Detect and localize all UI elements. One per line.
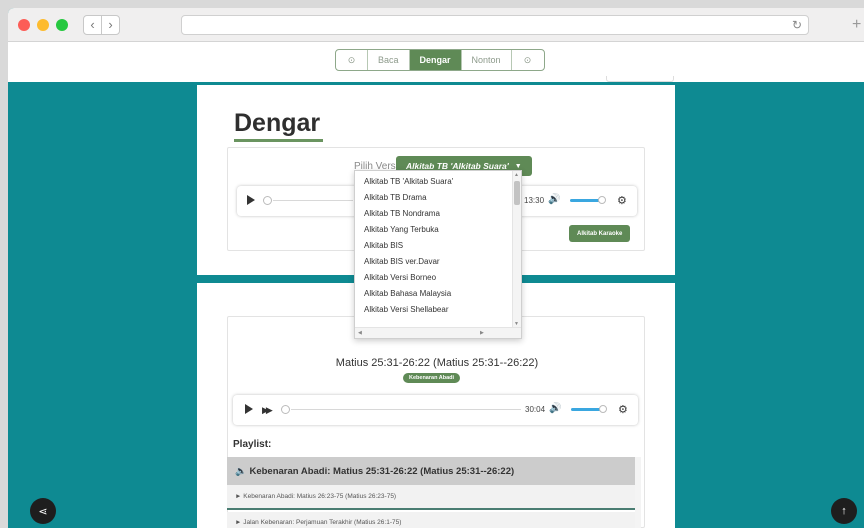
- dropdown-option[interactable]: Alkitab BIS: [364, 241, 403, 250]
- scroll-up-icon[interactable]: ▲: [514, 172, 519, 178]
- share-button[interactable]: ⋖: [30, 498, 56, 524]
- dropdown-option[interactable]: Alkitab Yang Terbuka: [364, 225, 439, 234]
- previous-circle-icon[interactable]: ⊙: [336, 50, 368, 70]
- version-dropdown: Alkitab TB 'Alkitab Suara' Alkitab TB Dr…: [354, 170, 522, 339]
- series-badge: Kebenaran Abadi: [403, 373, 461, 383]
- seek-handle[interactable]: [281, 405, 290, 414]
- karaoke-button[interactable]: Alkitab Karaoke: [569, 225, 631, 242]
- volume-icon[interactable]: 🔊: [549, 403, 561, 414]
- chevron-right-icon[interactable]: ›: [101, 15, 120, 35]
- playlist-item-label: Kebenaran Abadi: Matius 25:31-26:22 (Mat…: [249, 465, 515, 477]
- triangle-right-icon: ►: [235, 493, 244, 500]
- dropdown-option[interactable]: Alkitab TB Drama: [364, 193, 427, 202]
- top-navigation-bar: ⊙ Baca Dengar Nonton ⊙: [8, 42, 864, 82]
- tab-edge: [606, 76, 674, 82]
- playlist-scrollbar[interactable]: [635, 457, 641, 528]
- dropdown-scrollbar[interactable]: ▲ ▼: [512, 171, 521, 329]
- caret-down-icon: ▼: [514, 162, 522, 170]
- play-icon[interactable]: [245, 404, 253, 414]
- dropdown-option[interactable]: Alkitab TB 'Alkitab Suara': [364, 177, 453, 186]
- dropdown-scroll-thumb[interactable]: [514, 181, 520, 205]
- dropdown-option[interactable]: Alkitab Versi Shellabear: [364, 305, 449, 314]
- dropdown-horizontal-scrollbar[interactable]: ◀ ▶: [355, 327, 521, 338]
- duration-label: 30:04: [525, 405, 546, 414]
- podcast-player: ▶▶ 30:04 🔊 ⚙: [233, 395, 638, 425]
- volume-slider[interactable]: [571, 408, 601, 411]
- scroll-left-icon[interactable]: ◀: [358, 330, 362, 336]
- seek-track[interactable]: [291, 409, 521, 410]
- share-icon: ⋖: [38, 505, 48, 518]
- minimize-window-icon[interactable]: [37, 19, 49, 31]
- zoom-window-icon[interactable]: [56, 19, 68, 31]
- fast-forward-icon[interactable]: ▶▶: [262, 405, 273, 416]
- playlist-item-label: Kebenaran Abadi: Matius 26:23-75 (Matius…: [243, 493, 397, 500]
- scroll-top-button[interactable]: ↑: [831, 498, 857, 524]
- volume-icon[interactable]: 🔊: [548, 194, 560, 205]
- passage-title: Matius 25:31-26:22 (Matius 25:31--26:22): [335, 357, 539, 369]
- playlist-item-active[interactable]: 🔈 Kebenaran Abadi: Matius 25:31-26:22 (M…: [227, 457, 635, 485]
- play-icon[interactable]: [247, 195, 255, 205]
- mode-switcher: ⊙ Baca Dengar Nonton ⊙: [335, 49, 545, 71]
- page-title: Dengar: [234, 109, 321, 137]
- seek-track[interactable]: [273, 200, 353, 201]
- browser-titlebar: ‹ › ↻ +: [8, 8, 864, 42]
- gear-icon[interactable]: ⚙: [618, 403, 628, 416]
- dropdown-option[interactable]: Alkitab TB Nondrama: [364, 209, 440, 218]
- playlist-item[interactable]: ► Jalan Kebenaran: Perjamuan Terakhir (M…: [227, 512, 635, 528]
- playlist-item[interactable]: ► Kebenaran Abadi: Matius 26:23-75 (Mati…: [227, 485, 635, 510]
- next-circle-icon[interactable]: ⊙: [512, 50, 544, 70]
- triangle-right-icon: ►: [235, 518, 244, 526]
- address-bar[interactable]: ↻: [181, 15, 809, 35]
- arrow-up-icon: ↑: [841, 505, 847, 517]
- volume-handle[interactable]: [599, 405, 607, 413]
- scroll-right-icon[interactable]: ▶: [480, 330, 484, 336]
- close-window-icon[interactable]: [18, 19, 30, 31]
- dropdown-option[interactable]: Alkitab Bahasa Malaysia: [364, 289, 451, 298]
- dropdown-option[interactable]: Alkitab Versi Borneo: [364, 273, 436, 282]
- reload-icon[interactable]: ↻: [792, 18, 802, 32]
- gear-icon[interactable]: ⚙: [617, 194, 627, 207]
- duration-label: 13:30: [524, 196, 545, 205]
- playlist-label: Playlist:: [233, 439, 272, 450]
- chevron-left-icon[interactable]: ‹: [83, 15, 102, 35]
- title-underline: [234, 139, 323, 142]
- plus-icon[interactable]: +: [852, 16, 864, 34]
- volume-slider[interactable]: [570, 199, 600, 202]
- tab-dengar[interactable]: Dengar: [409, 50, 462, 70]
- seek-handle[interactable]: [263, 196, 272, 205]
- tab-baca[interactable]: Baca: [368, 50, 410, 70]
- playlist-item-label: Jalan Kebenaran: Perjamuan Terakhir (Mat…: [243, 518, 402, 526]
- tab-nonton[interactable]: Nonton: [462, 50, 512, 70]
- volume-handle[interactable]: [598, 196, 606, 204]
- speaker-icon: 🔈: [235, 465, 250, 477]
- dropdown-option[interactable]: Alkitab BIS ver.Davar: [364, 257, 440, 266]
